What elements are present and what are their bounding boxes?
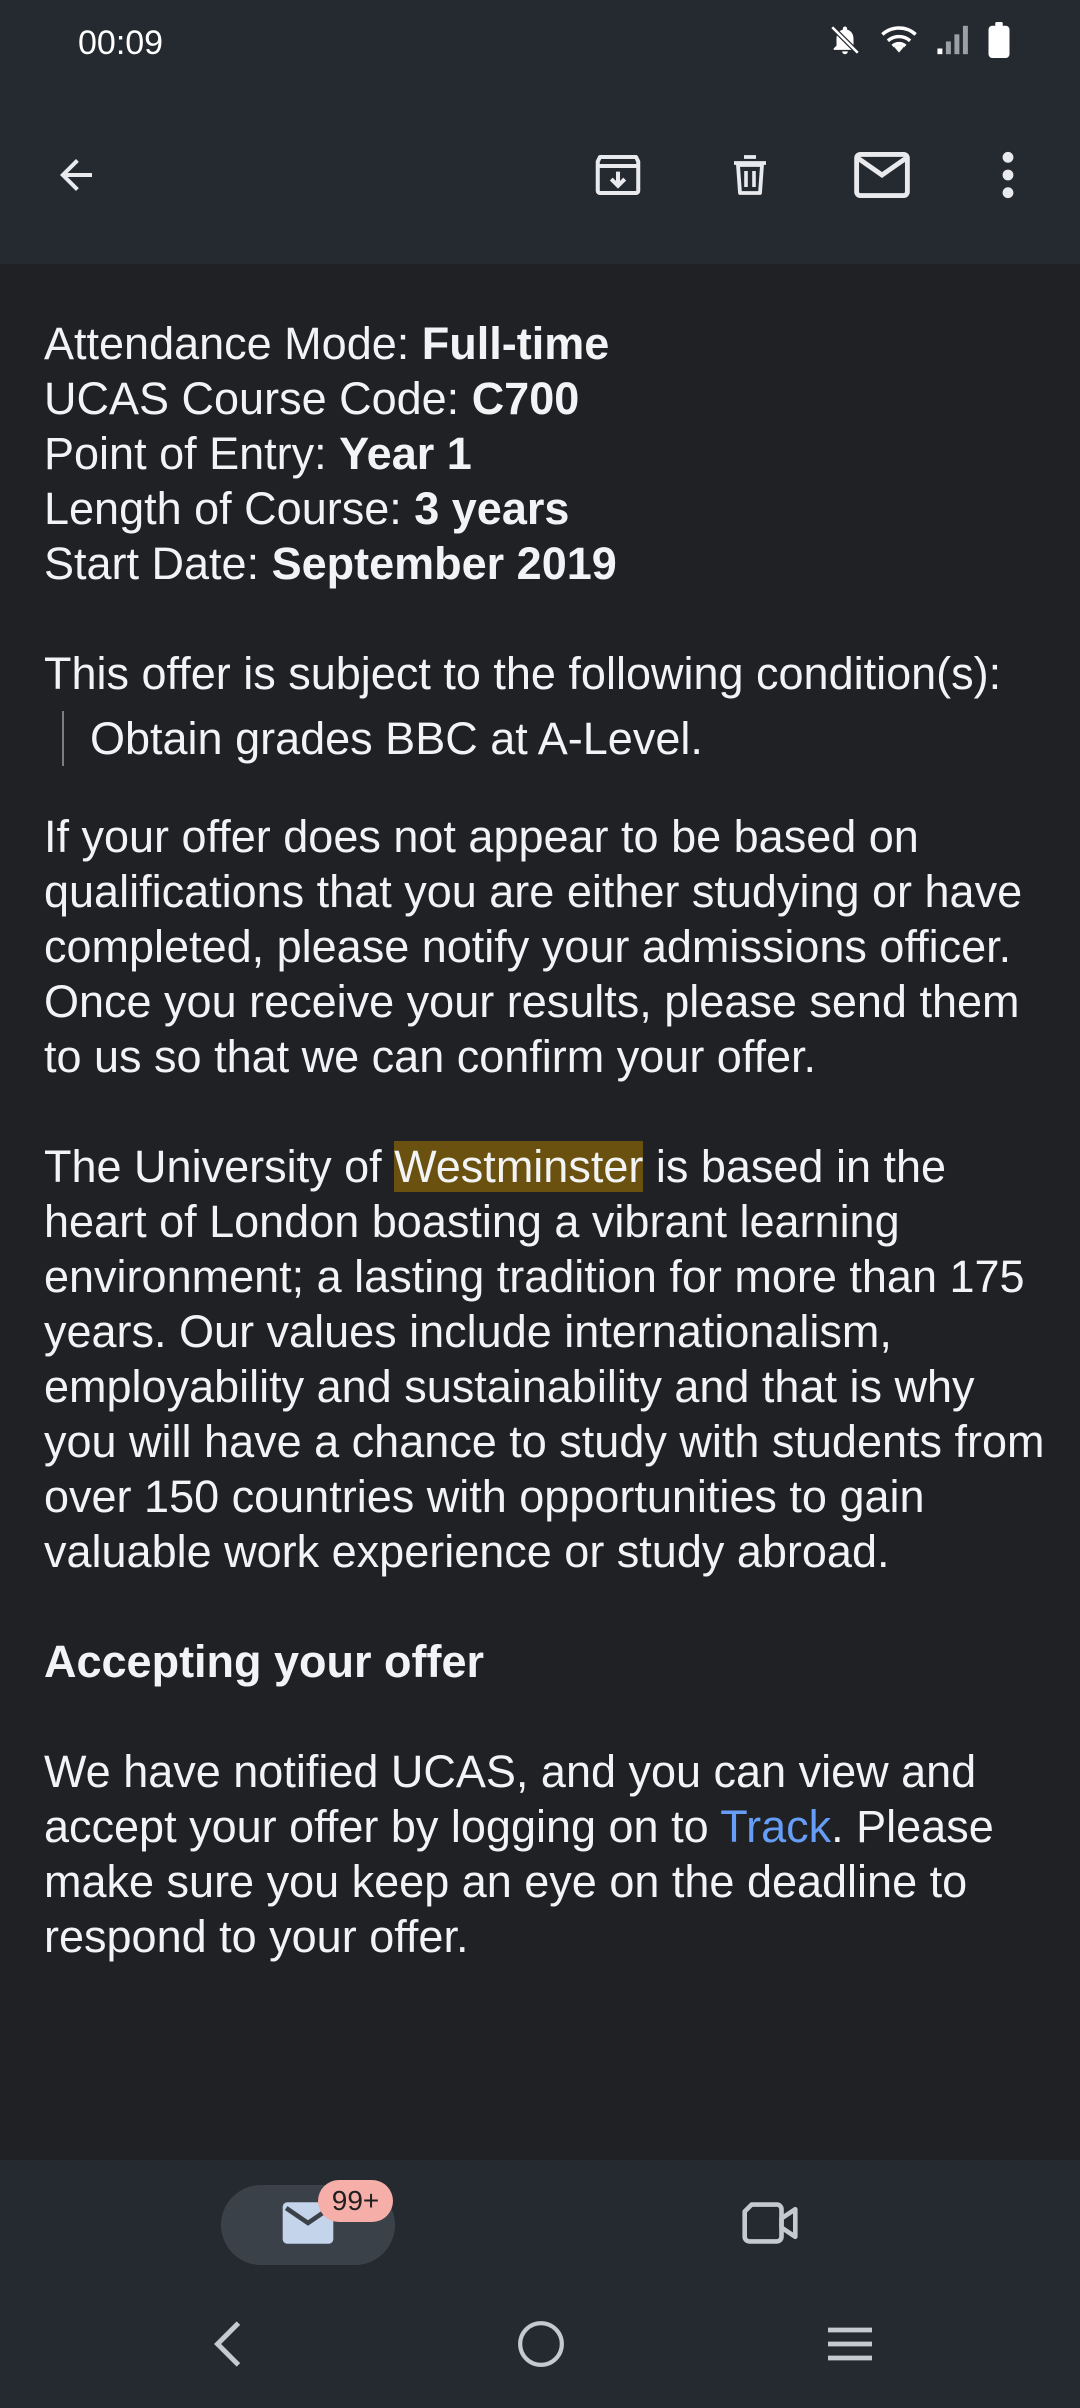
mark-unread-icon xyxy=(853,150,911,205)
nav-recents-icon xyxy=(824,2324,876,2369)
condition-quote: Obtain grades BBC at A-Level. xyxy=(62,711,1054,766)
paragraph-results: If your offer does not appear to be base… xyxy=(44,811,1023,1082)
email-body: Attendance Mode: Full-time UCAS Course C… xyxy=(0,264,1080,2160)
search-highlight: Westminster xyxy=(394,1141,644,1192)
archive-button[interactable] xyxy=(568,90,668,264)
course-details: Attendance Mode: Full-time UCAS Course C… xyxy=(44,316,1054,591)
delete-icon xyxy=(726,148,774,207)
email-toolbar xyxy=(0,90,1080,264)
system-home-button[interactable] xyxy=(486,2296,596,2396)
video-camera-icon xyxy=(740,2200,800,2251)
status-icons xyxy=(828,22,1010,58)
detail-attendance-mode: Attendance Mode: Full-time xyxy=(44,318,610,369)
nav-back-icon xyxy=(212,2319,244,2374)
detail-course-code: UCAS Course Code: C700 xyxy=(44,373,580,424)
signal-icon xyxy=(936,24,970,56)
condition-intro: This offer is subject to the following c… xyxy=(44,648,1002,699)
status-time: 00:09 xyxy=(78,24,164,62)
delete-button[interactable] xyxy=(700,90,800,264)
notifications-off-icon xyxy=(828,22,862,58)
mail-unread-badge: 99+ xyxy=(318,2180,393,2222)
status-bar: 00:09 xyxy=(0,0,1080,90)
archive-icon xyxy=(591,148,645,207)
paragraph-accept: We have notified UCAS, and you can view … xyxy=(44,1746,994,1962)
system-back-button[interactable] xyxy=(173,2296,283,2396)
system-recents-button[interactable] xyxy=(795,2296,905,2396)
back-button[interactable] xyxy=(26,90,126,264)
bottom-navigation: 99+ xyxy=(0,2160,1080,2286)
more-options-icon xyxy=(1000,150,1016,205)
detail-length-of-course: Length of Course: 3 years xyxy=(44,483,570,534)
nav-home-icon xyxy=(516,2319,566,2374)
system-navigation-bar xyxy=(0,2286,1080,2408)
heading-accepting-offer: Accepting your offer xyxy=(44,1636,485,1687)
email-body-text: Attendance Mode: Full-time UCAS Course C… xyxy=(44,316,1054,1964)
more-options-button[interactable] xyxy=(958,90,1058,264)
wifi-icon xyxy=(880,23,918,57)
detail-start-date: Start Date: September 2019 xyxy=(44,538,617,589)
battery-icon xyxy=(988,22,1010,58)
email-screen: 00:09 Attendance Mode: Full-time UCAS Co… xyxy=(0,0,1080,2408)
mark-unread-button[interactable] xyxy=(832,90,932,264)
meet-tab[interactable] xyxy=(720,2185,820,2265)
paragraph-university: The University of Westminster is based i… xyxy=(44,1141,1045,1577)
back-arrow-icon xyxy=(52,151,100,204)
detail-point-of-entry: Point of Entry: Year 1 xyxy=(44,428,472,479)
track-link[interactable]: Track xyxy=(720,1801,831,1852)
